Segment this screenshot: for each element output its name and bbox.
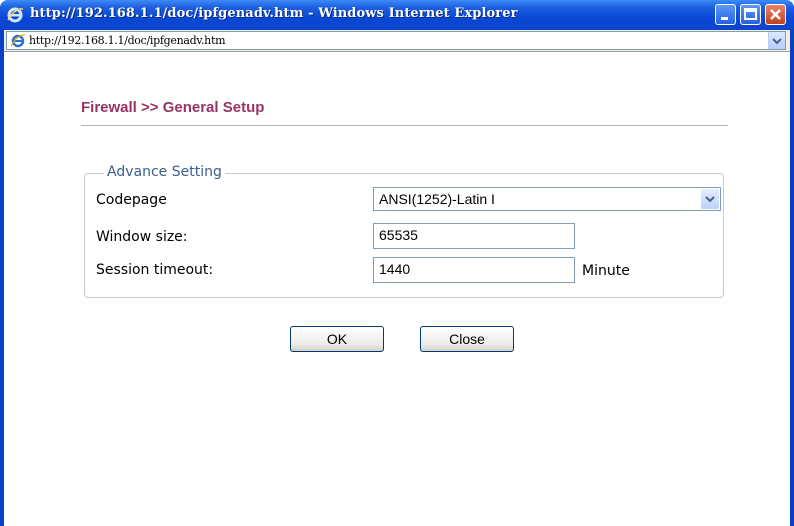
codepage-label: Codepage [96,192,167,208]
title-divider [81,125,728,126]
minimize-button[interactable] [715,4,736,25]
internet-explorer-icon [7,7,24,23]
minimize-icon [721,17,728,20]
chevron-down-icon [705,196,715,203]
title-bar[interactable]: http://192.168.1.1/doc/ipfgenadv.htm - W… [0,0,794,30]
maximize-icon [744,8,757,20]
maximize-button[interactable] [740,4,761,25]
close-button[interactable]: Close [420,326,514,352]
window-title: http://192.168.1.1/doc/ipfgenadv.htm - W… [30,6,518,21]
page-title: Firewall >> General Setup [81,99,265,116]
page-content: Firewall >> General Setup Advance Settin… [4,52,790,526]
codepage-dropdown-button[interactable] [701,189,719,209]
ok-button[interactable]: OK [290,326,384,352]
session-timeout-input[interactable]: 1440 [373,257,575,283]
advance-setting-legend: Advance Setting [104,164,225,180]
session-timeout-unit: Minute [582,263,630,279]
address-field[interactable]: http://192.168.1.1/doc/ipfgenadv.htm [6,31,786,50]
window-size-label: Window size: [96,229,188,245]
close-icon [770,9,781,20]
codepage-selected-value: ANSI(1252)-Latin I [379,191,495,207]
window-border-right [790,52,794,526]
browser-window: http://192.168.1.1/doc/ipfgenadv.htm - W… [0,0,794,526]
codepage-select[interactable]: ANSI(1252)-Latin I [373,187,721,211]
page-icon [10,34,26,48]
address-text: http://192.168.1.1/doc/ipfgenadv.htm [29,34,226,47]
chevron-down-icon [772,38,782,45]
address-dropdown-button[interactable] [768,32,785,49]
window-size-input[interactable]: 65535 [373,223,575,249]
close-window-button[interactable] [765,4,786,25]
session-timeout-label: Session timeout: [96,262,214,278]
address-bar: http://192.168.1.1/doc/ipfgenadv.htm [4,30,790,52]
